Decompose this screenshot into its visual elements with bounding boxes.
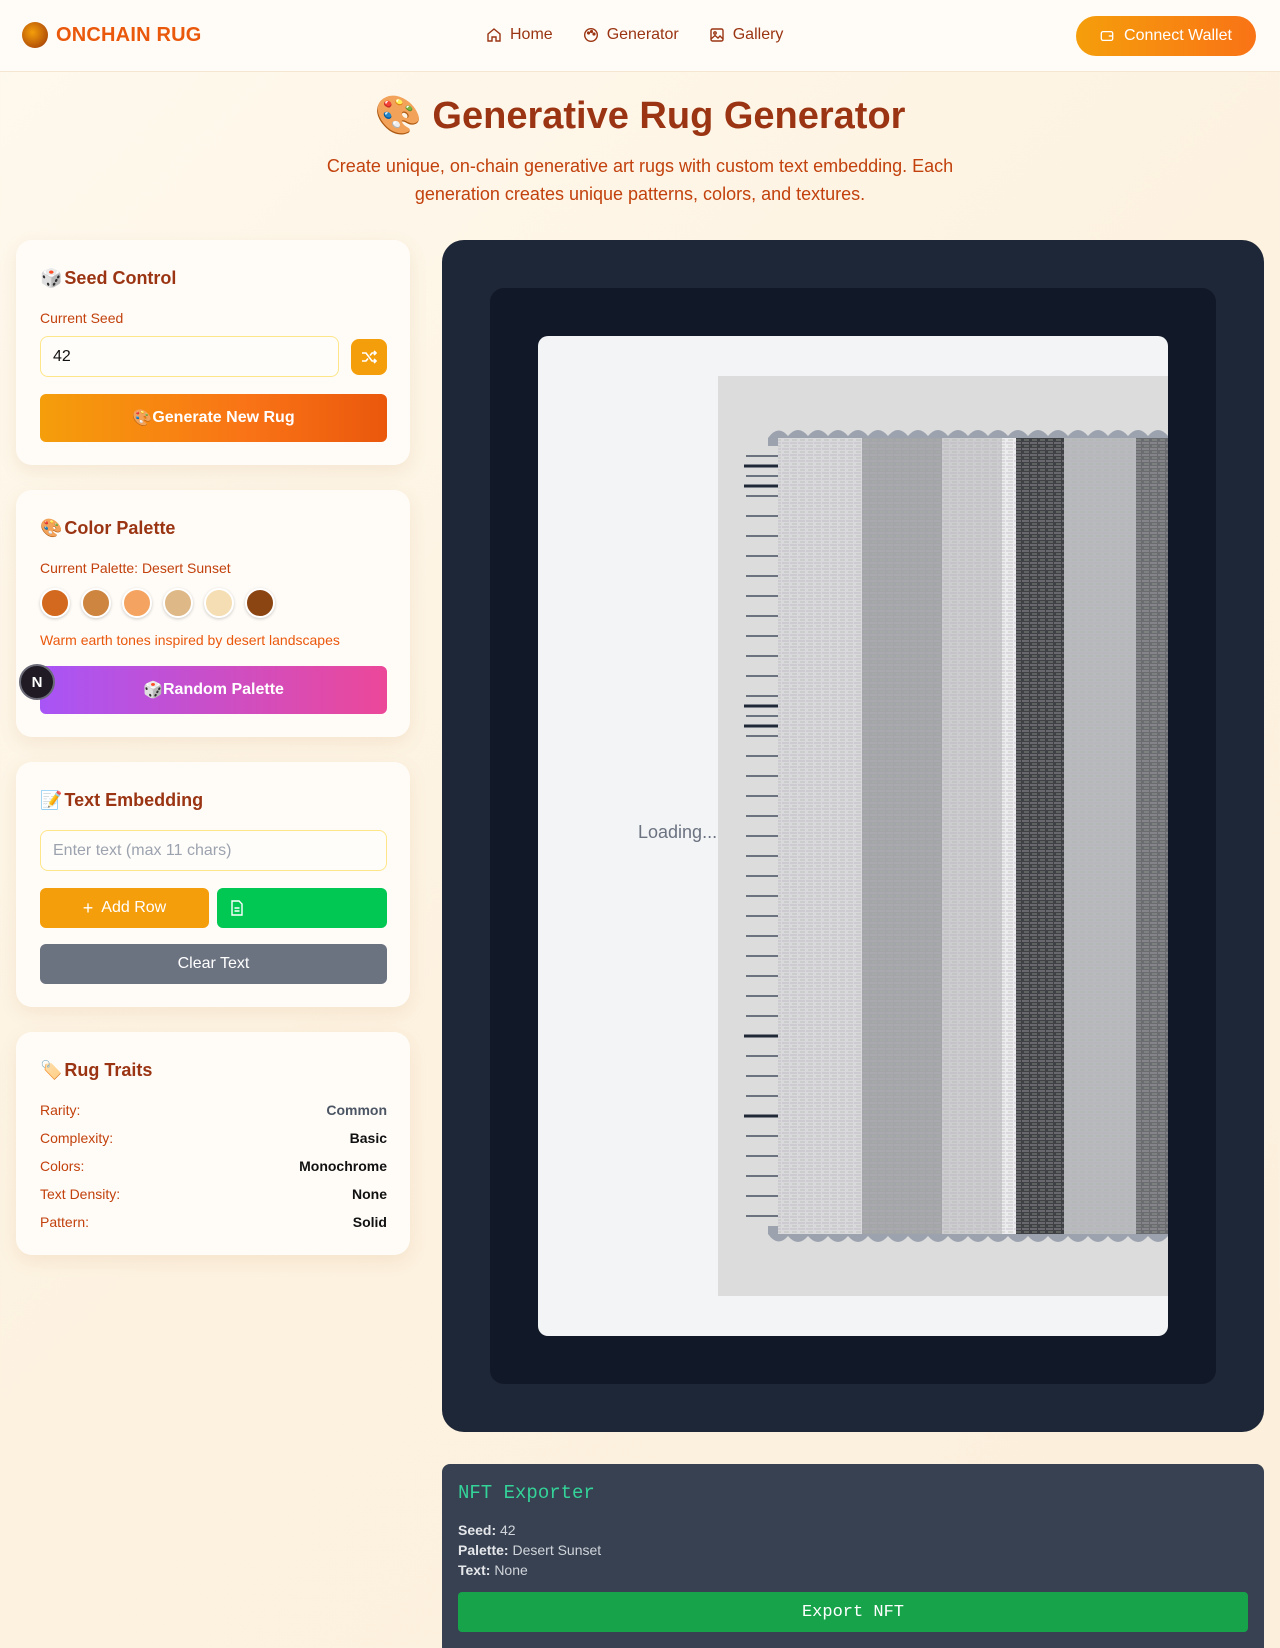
seed-input[interactable]: 42 xyxy=(40,336,339,377)
clear-text-button[interactable]: Clear Text xyxy=(40,944,387,984)
trait-key: Rarity: xyxy=(40,1102,81,1118)
trait-row: Rarity: Common xyxy=(40,1102,387,1118)
palette-description: Warm earth tones inspired by desert land… xyxy=(40,632,340,648)
nav-link-label: Generator xyxy=(606,26,679,43)
page-title-text: Generative Rug Generator xyxy=(432,95,906,137)
nft-palette-value: Desert Sunset xyxy=(512,1542,602,1558)
nft-exporter-title: NFT Exporter xyxy=(458,1482,595,1504)
document-icon xyxy=(231,900,243,916)
connect-wallet-label: Connect Wallet xyxy=(1124,27,1232,44)
rug-traits-title: 🏷️ Rug Traits xyxy=(40,1060,152,1081)
color-swatch[interactable] xyxy=(81,588,111,618)
nft-text-line: Text: None xyxy=(458,1562,528,1578)
dice-icon: 🎲 xyxy=(40,268,63,288)
rug-artwork xyxy=(744,430,1168,1242)
rug-canvas[interactable] xyxy=(718,376,1168,1296)
nav-links: Home Generator Gallery xyxy=(486,26,783,44)
current-palette-label: Current Palette: Desert Sunset xyxy=(40,560,231,576)
trait-row: Colors: Monochrome xyxy=(40,1158,387,1174)
trait-key: Complexity: xyxy=(40,1130,114,1146)
brand[interactable]: ONCHAIN RUG xyxy=(22,22,202,48)
page-title: 🎨 Generative Rug Generator xyxy=(0,94,1280,138)
seed-control-card: 🎲 Seed Control Current Seed 42 🎨 Generat… xyxy=(16,240,410,465)
color-swatch[interactable] xyxy=(204,588,234,618)
dice-icon: 🎲 xyxy=(143,682,163,699)
export-nft-button[interactable]: Export NFT xyxy=(458,1592,1248,1632)
nav-link-gallery[interactable]: Gallery xyxy=(709,26,784,44)
add-row-button[interactable]: + Add Row xyxy=(40,888,209,928)
palette-emoji-icon: 🎨 xyxy=(374,95,422,137)
save-text-button[interactable] xyxy=(217,888,387,928)
text-embedding-title: 📝 Text Embedding xyxy=(40,790,203,811)
trait-value: Solid xyxy=(352,1214,387,1230)
rug-canvas-container: Loading... xyxy=(538,336,1168,1336)
brand-name: ONCHAIN RUG xyxy=(56,23,202,46)
trait-value: Common xyxy=(326,1102,387,1118)
trait-key: Pattern: xyxy=(40,1214,90,1230)
rug-display-inner-frame: Loading... xyxy=(490,288,1216,1384)
seed-control-title-text: Seed Control xyxy=(64,268,177,288)
add-row-label: Add Row xyxy=(101,899,167,916)
nft-exporter-panel: NFT Exporter Seed: 42 Palette: Desert Su… xyxy=(442,1464,1264,1648)
plus-icon: + xyxy=(82,897,94,918)
rug-traits-title-text: Rug Traits xyxy=(64,1060,153,1080)
text-embedding-card: 📝 Text Embedding Enter text (max 11 char… xyxy=(16,762,410,1007)
nft-seed-line: Seed: 42 xyxy=(458,1522,516,1538)
clear-text-label: Clear Text xyxy=(177,955,250,972)
color-palette-title-text: Color Palette xyxy=(64,518,176,538)
trait-value: Monochrome xyxy=(299,1158,387,1174)
rug-traits-card: 🏷️ Rug Traits Rarity: Common Complexity: B… xyxy=(16,1032,410,1255)
connect-wallet-button[interactable]: Connect Wallet xyxy=(1076,16,1256,56)
nft-seed-value: 42 xyxy=(500,1522,516,1538)
home-icon xyxy=(487,28,501,42)
top-nav: ONCHAIN RUG Home Generator Gallery Conne… xyxy=(0,0,1280,72)
palette-emoji-icon: 🎨 xyxy=(40,518,63,538)
trait-key: Colors: xyxy=(40,1158,85,1174)
palette-swatches xyxy=(40,588,275,618)
trait-row: Pattern: Solid xyxy=(40,1214,387,1230)
nav-link-label: Home xyxy=(510,26,553,43)
random-palette-button[interactable]: 🎲 Random Palette xyxy=(40,666,387,714)
color-swatch[interactable] xyxy=(163,588,193,618)
color-swatch[interactable] xyxy=(40,588,70,618)
rug-logo-icon xyxy=(22,22,48,48)
seed-label: Current Seed xyxy=(40,310,124,326)
trait-key: Text Density: xyxy=(40,1186,121,1202)
image-icon xyxy=(710,28,724,42)
generate-label: Generate New Rug xyxy=(152,409,295,426)
seed-control-title: 🎲 Seed Control xyxy=(40,268,176,289)
trait-row: Text Density: None xyxy=(40,1186,387,1202)
rug-display-frame: Loading... xyxy=(442,240,1264,1432)
palette-icon xyxy=(583,27,598,43)
nft-seed-key: Seed: xyxy=(458,1522,497,1538)
nft-palette-key: Palette: xyxy=(458,1542,509,1558)
memo-icon: 📝 xyxy=(40,790,63,810)
color-palette-title: 🎨 Color Palette xyxy=(40,518,175,539)
page-subtitle: Create unique, on-chain generative art r… xyxy=(326,156,954,204)
color-swatch[interactable] xyxy=(245,588,275,618)
random-palette-label: Random Palette xyxy=(163,681,284,698)
dev-tools-badge[interactable]: N xyxy=(19,664,55,700)
label-tag-icon: 🏷️ xyxy=(40,1060,63,1080)
generate-new-rug-button[interactable]: 🎨 Generate New Rug xyxy=(40,394,387,442)
nav-link-generator[interactable]: Generator xyxy=(583,26,679,44)
nft-text-key: Text: xyxy=(458,1562,491,1578)
trait-value: None xyxy=(352,1186,387,1202)
text-embedding-title-text: Text Embedding xyxy=(64,790,204,810)
trait-row: Complexity: Basic xyxy=(40,1130,387,1146)
nft-text-value: None xyxy=(494,1562,528,1578)
embed-text-input[interactable]: Enter text (max 11 chars) xyxy=(40,830,387,871)
palette-emoji-icon: 🎨 xyxy=(132,410,153,427)
color-swatch[interactable] xyxy=(122,588,152,618)
shuffle-seed-button[interactable] xyxy=(351,339,387,375)
loading-text: Loading... xyxy=(638,822,718,842)
wallet-icon xyxy=(1100,30,1114,42)
shuffle-icon xyxy=(362,350,378,364)
trait-value: Basic xyxy=(349,1130,387,1146)
nft-palette-line: Palette: Desert Sunset xyxy=(458,1542,601,1558)
nav-link-home[interactable]: Home xyxy=(486,26,553,44)
color-palette-card: 🎨 Color Palette Current Palette: Desert … xyxy=(16,490,410,737)
nav-link-label: Gallery xyxy=(732,26,784,43)
